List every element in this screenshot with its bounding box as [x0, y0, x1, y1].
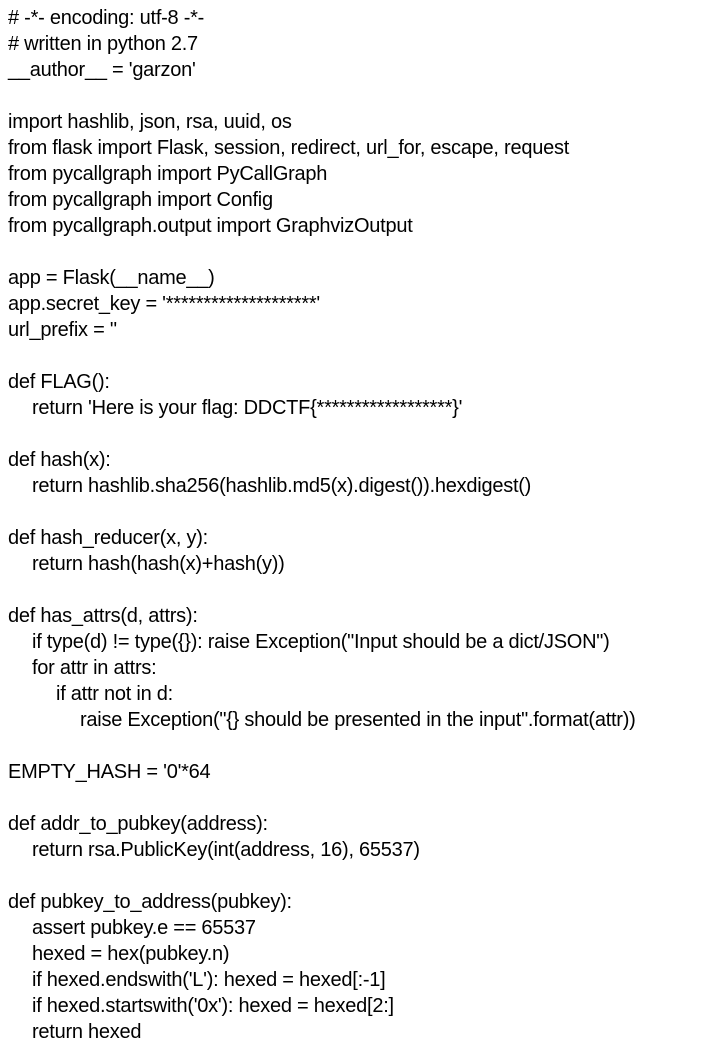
code-line: if attr not in d:: [56, 683, 173, 705]
code-line: def hash(x):: [8, 449, 111, 471]
code-line: from flask import Flask, session, redire…: [8, 137, 569, 159]
code-line: return rsa.PublicKey(int(address, 16), 6…: [32, 839, 420, 861]
code-listing: # -*- encoding: utf-8 -*- # written in p…: [8, 5, 708, 1045]
code-line: assert pubkey.e == 65537: [32, 917, 256, 939]
code-line: app.secret_key = '********************': [8, 293, 320, 315]
code-line: if hexed.endswith('L'): hexed = hexed[:-…: [32, 969, 386, 991]
code-line: url_prefix = '': [8, 319, 117, 341]
code-line: def pubkey_to_address(pubkey):: [8, 891, 292, 913]
code-line: def FLAG():: [8, 371, 110, 393]
code-line: def has_attrs(d, attrs):: [8, 605, 198, 627]
code-line: import hashlib, json, rsa, uuid, os: [8, 111, 292, 133]
code-line: hexed = hex(pubkey.n): [32, 943, 230, 965]
code-line: __author__ = 'garzon': [8, 59, 196, 81]
code-line: raise Exception("{} should be presented …: [80, 709, 636, 731]
code-line: EMPTY_HASH = '0'*64: [8, 761, 211, 783]
code-line: app = Flask(__name__): [8, 267, 215, 289]
code-line: if type(d) != type({}): raise Exception(…: [32, 631, 610, 653]
code-line: from pycallgraph.output import GraphvizO…: [8, 215, 413, 237]
code-line: return hash(hash(x)+hash(y)): [32, 553, 285, 575]
code-line: return hexed: [32, 1021, 142, 1043]
code-line: return hashlib.sha256(hashlib.md5(x).dig…: [32, 475, 532, 497]
code-line: def hash_reducer(x, y):: [8, 527, 208, 549]
code-line: # written in python 2.7: [8, 33, 198, 55]
code-line: from pycallgraph import Config: [8, 189, 273, 211]
code-line: for attr in attrs:: [32, 657, 157, 679]
code-line: # -*- encoding: utf-8 -*-: [8, 7, 205, 29]
code-line: return 'Here is your flag: DDCTF{*******…: [32, 397, 463, 419]
code-line: if hexed.startswith('0x'): hexed = hexed…: [32, 995, 394, 1017]
code-line: def addr_to_pubkey(address):: [8, 813, 268, 835]
code-line: from pycallgraph import PyCallGraph: [8, 163, 328, 185]
